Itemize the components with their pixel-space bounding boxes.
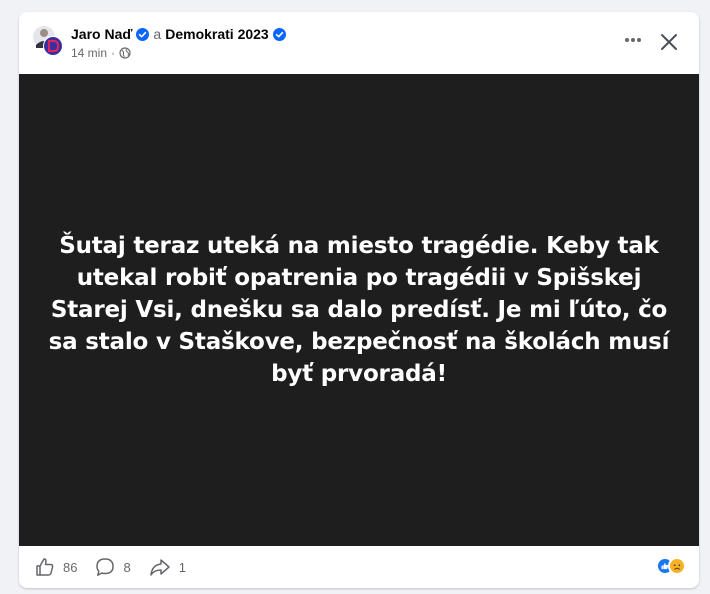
like-button[interactable]: 86	[35, 546, 77, 588]
more-options-button[interactable]	[617, 28, 649, 52]
thumbs-up-icon	[36, 558, 54, 576]
post-body-text: Šutaj teraz uteká na miesto tragédie. Ke…	[48, 233, 670, 387]
comment-icon	[96, 558, 115, 576]
page-name[interactable]: Demokrati 2023	[165, 26, 269, 42]
comment-button[interactable]: 8	[95, 546, 131, 588]
more-icon	[625, 38, 641, 42]
close-icon	[661, 34, 677, 50]
share-count: 1	[178, 559, 186, 575]
post-card: Jaro Naď a Demokrati 2023 14 min · Šutaj…	[19, 12, 699, 588]
globe-icon	[119, 47, 131, 59]
post-meta: 14 min ·	[71, 45, 131, 61]
share-button[interactable]: 1	[149, 546, 186, 588]
reaction-summary[interactable]	[656, 557, 686, 575]
sad-reaction-icon	[668, 557, 686, 575]
post-actions: 86 8 1	[19, 546, 699, 588]
author-line: Jaro Naď a Demokrati 2023	[71, 24, 286, 44]
comment-count: 8	[123, 559, 131, 575]
verified-badge-icon	[272, 27, 286, 41]
like-count: 86	[63, 559, 78, 575]
close-button[interactable]	[655, 28, 683, 56]
share-icon	[149, 559, 170, 576]
meta-separator: ·	[111, 46, 116, 60]
post-media[interactable]: Šutaj teraz uteká na miesto tragédie. Ke…	[19, 74, 699, 546]
verified-badge-icon	[136, 27, 150, 41]
author-connector: a	[153, 26, 162, 42]
author-name[interactable]: Jaro Naď	[71, 26, 132, 42]
post-timestamp[interactable]: 14 min	[71, 46, 107, 60]
post-header: Jaro Naď a Demokrati 2023 14 min ·	[19, 12, 699, 74]
avatar[interactable]	[31, 24, 65, 58]
